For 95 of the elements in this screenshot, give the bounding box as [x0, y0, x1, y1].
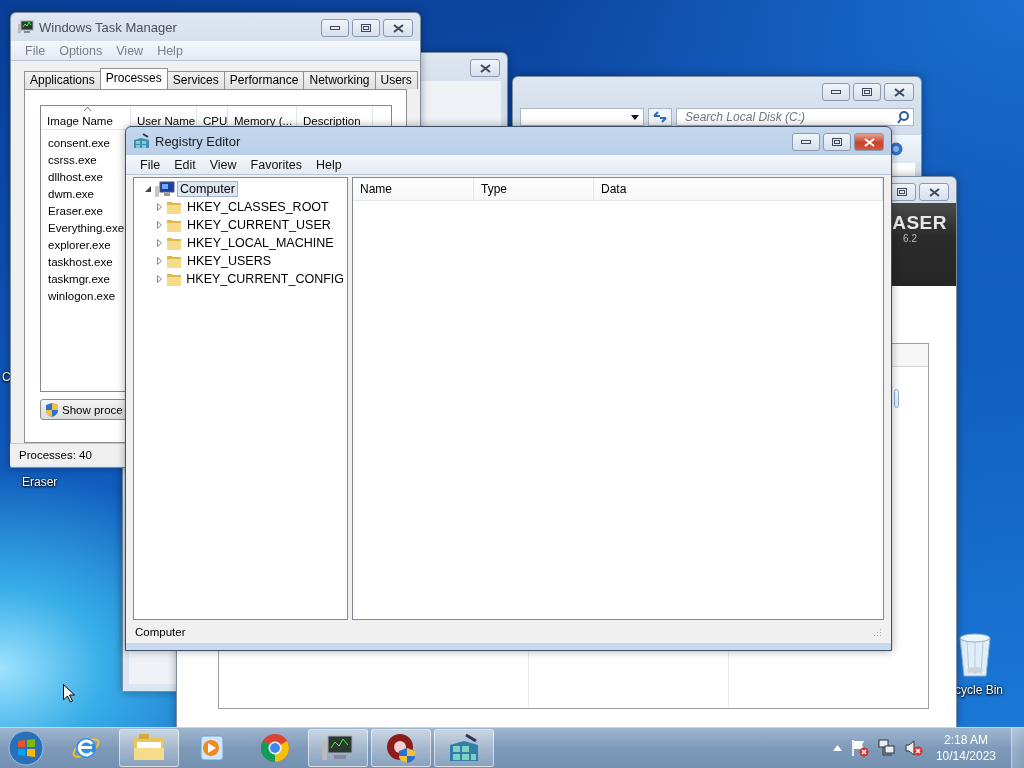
close-icon — [893, 87, 905, 97]
tab[interactable]: Networking — [303, 71, 376, 89]
tree-item[interactable]: HKEY_CLASSES_ROOT — [184, 199, 332, 215]
expand-icon[interactable] — [154, 275, 164, 283]
tree-item[interactable]: HKEY_CURRENT_CONFIG — [183, 271, 347, 287]
desktop-icon-label[interactable]: C — [2, 370, 11, 384]
monitor-icon — [322, 734, 354, 762]
muted-speaker-icon[interactable] — [904, 739, 923, 757]
expand-icon[interactable] — [154, 239, 164, 247]
column-header[interactable]: Type — [474, 178, 594, 200]
folder-icon — [166, 217, 182, 233]
minimize-icon — [330, 26, 340, 30]
dropdown-caret-icon — [631, 114, 639, 120]
shield-disc-icon — [385, 732, 417, 764]
maximize-icon — [862, 88, 872, 96]
menu-item[interactable]: View — [202, 157, 244, 172]
maximize-icon — [897, 188, 907, 196]
network-icon[interactable] — [877, 739, 896, 757]
address-bar[interactable] — [520, 108, 644, 126]
menu-item[interactable]: Help — [150, 43, 190, 58]
minimize-icon — [801, 140, 811, 144]
resize-grip-icon[interactable] — [873, 627, 882, 637]
tree-item[interactable]: HKEY_LOCAL_MACHINE — [184, 235, 337, 251]
registry-icon — [448, 733, 480, 763]
minimize-button[interactable] — [321, 19, 349, 37]
minimize-icon — [831, 90, 841, 94]
start-button[interactable] — [6, 728, 46, 768]
tab[interactable]: Processes — [99, 68, 168, 89]
folder-icon — [166, 235, 182, 251]
clock-time: 2:18 AM — [943, 732, 988, 748]
taskbar-button[interactable] — [371, 729, 431, 767]
column-header[interactable]: Name — [353, 178, 474, 200]
media-player-icon — [199, 734, 225, 762]
computer-icon — [155, 181, 175, 197]
maximize-button[interactable] — [853, 83, 881, 101]
tab[interactable]: Applications — [24, 71, 101, 89]
close-icon — [863, 137, 875, 147]
close-icon — [479, 63, 491, 73]
close-button[interactable] — [884, 83, 914, 101]
maximize-icon — [361, 24, 371, 32]
menu-item[interactable]: Edit — [167, 157, 203, 172]
folder-icon — [133, 734, 165, 762]
taskbar-button[interactable] — [308, 729, 368, 767]
tree-item[interactable]: Computer — [177, 181, 238, 197]
close-button[interactable] — [854, 133, 884, 151]
menu-item[interactable]: Help — [309, 157, 349, 172]
windows-logo-icon — [8, 730, 44, 766]
maximize-icon — [832, 138, 842, 146]
maximize-button[interactable] — [352, 19, 380, 37]
expand-icon[interactable] — [154, 221, 164, 229]
close-button[interactable] — [470, 59, 500, 77]
close-button[interactable] — [919, 183, 949, 201]
tab[interactable]: Services — [166, 71, 225, 89]
registry-icon — [133, 133, 150, 149]
close-icon — [392, 23, 404, 33]
column-header[interactable]: Data — [594, 178, 883, 200]
folder-icon — [166, 199, 182, 215]
status-text: Processes: 40 — [19, 449, 92, 461]
desktop-icon-label[interactable]: Eraser — [22, 475, 58, 489]
app-logo: ASER — [892, 213, 947, 233]
refresh-icon — [653, 111, 667, 123]
recycle-bin-icon[interactable] — [957, 632, 993, 678]
close-icon — [928, 187, 940, 197]
status-text: Computer — [135, 626, 186, 638]
minimize-button[interactable] — [792, 133, 820, 151]
maximize-button[interactable] — [823, 133, 851, 151]
flag-icon[interactable] — [850, 739, 869, 757]
search-icon — [897, 111, 909, 124]
version-text: 6.2 — [903, 233, 917, 244]
window-title: Windows Task Manager — [39, 19, 178, 35]
collapse-icon[interactable] — [143, 186, 153, 192]
chrome-browser-icon — [260, 733, 290, 763]
monitor-icon — [18, 20, 34, 34]
expand-icon[interactable] — [154, 203, 164, 211]
window-title: Registry Editor — [155, 133, 242, 149]
tab[interactable]: Performance — [223, 71, 305, 89]
menu-item[interactable]: View — [109, 43, 151, 58]
clock-date: 10/14/2023 — [935, 748, 996, 764]
menu-item[interactable]: File — [18, 43, 53, 58]
menu-item[interactable]: Favorites — [243, 157, 309, 172]
shield-icon — [45, 401, 59, 418]
search-field[interactable]: Search Local Disk (C:) — [676, 108, 914, 126]
refresh-button[interactable] — [648, 108, 672, 126]
tree-item[interactable]: HKEY_CURRENT_USER — [184, 217, 334, 233]
tab[interactable]: Users — [374, 71, 418, 89]
folder-icon — [166, 271, 182, 287]
minimize-button[interactable] — [822, 83, 850, 101]
show-hidden-icons-icon[interactable] — [832, 745, 842, 751]
close-button[interactable] — [383, 19, 413, 37]
menu-item[interactable]: Options — [52, 43, 110, 58]
mouse-pointer-icon — [63, 684, 75, 703]
menu-item[interactable]: File — [133, 157, 168, 172]
tree-item[interactable]: HKEY_USERS — [184, 253, 275, 269]
expand-icon[interactable] — [154, 257, 164, 265]
folder-icon — [166, 253, 182, 269]
